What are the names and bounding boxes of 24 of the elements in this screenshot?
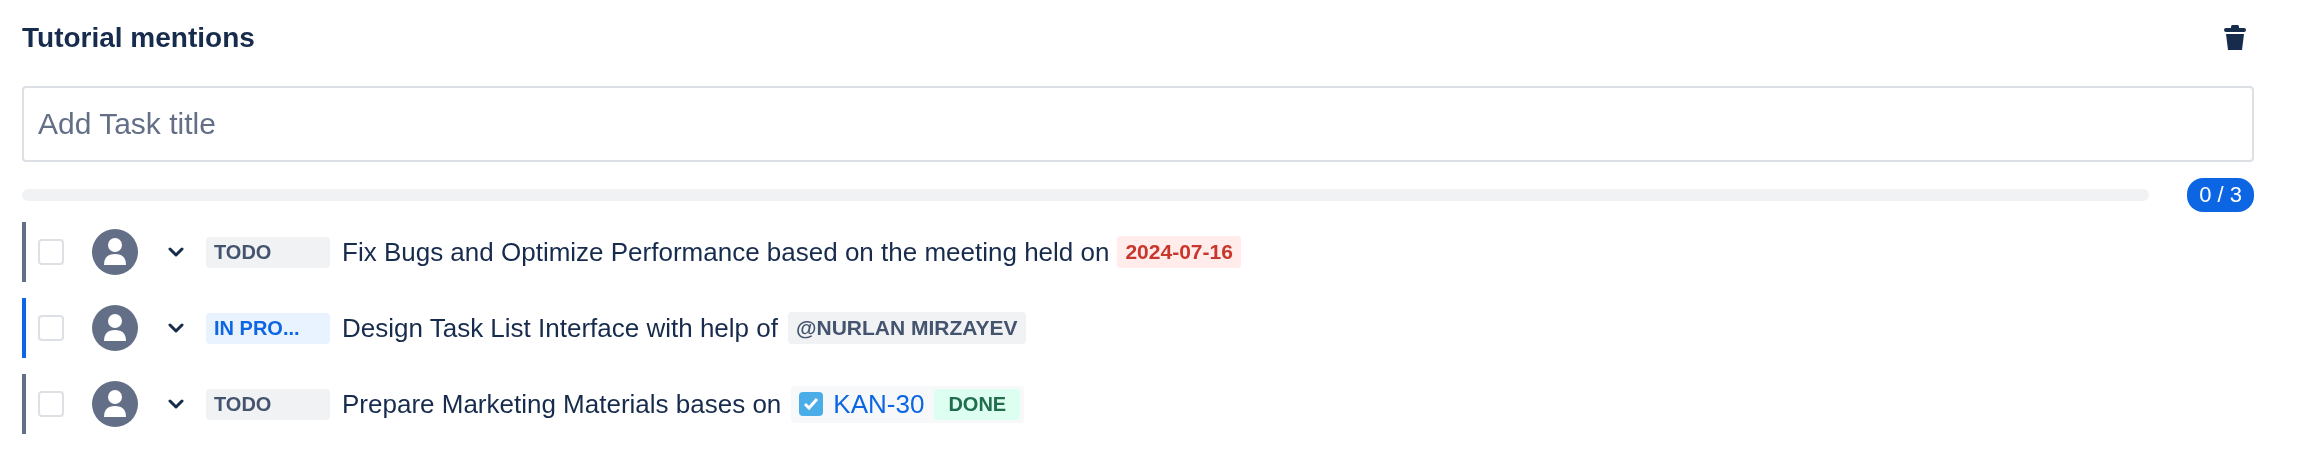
issue-link[interactable]: KAN-30 (833, 388, 925, 420)
chevron-icon (168, 247, 184, 257)
task-checkbox[interactable] (38, 315, 64, 341)
due-date: 2024-07-16 (1117, 236, 1241, 268)
trash-icon (2224, 25, 2246, 51)
status-lozenge[interactable]: IN PRO... (206, 312, 330, 344)
task-text: Prepare Marketing Materials bases on (342, 388, 782, 420)
progress-count: 0 / 3 (2187, 178, 2254, 212)
task-title-field[interactable]: Add Task title (22, 86, 2254, 162)
chevron-icon (168, 399, 184, 409)
status-lozenge[interactable]: TODO (206, 236, 330, 268)
panel-title: Tutorial mentions (22, 22, 255, 54)
checkbox-icon (799, 392, 824, 416)
issue-status: DONE (934, 388, 1021, 420)
task-text: Design Task List Interface with help of (342, 312, 778, 344)
task-text: Fix Bugs and Optimize Performance based on the meeting held on (342, 236, 1110, 268)
task-checkbox[interactable] (38, 239, 64, 265)
avatar-icon[interactable] (92, 381, 138, 427)
avatar-icon[interactable] (92, 229, 138, 275)
avatar-icon[interactable] (92, 305, 138, 351)
task-checkbox[interactable] (38, 391, 64, 417)
status-lozenge[interactable]: TODO (206, 388, 330, 420)
user-mention[interactable]: @NURLAN MIRZAYEV (788, 312, 1026, 344)
chevron-icon (168, 323, 184, 333)
